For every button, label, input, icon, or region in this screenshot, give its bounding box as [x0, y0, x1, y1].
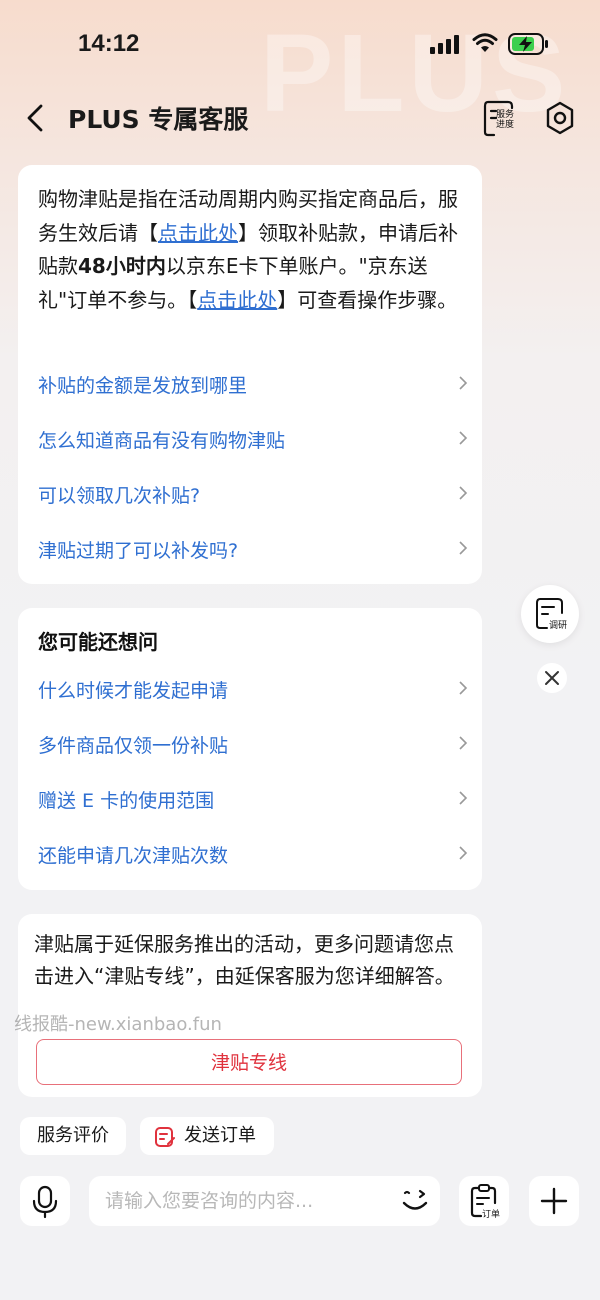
question-link[interactable]: 可以领取几次补贴? — [38, 481, 468, 511]
question-label: 补贴的金额是发放到哪里 — [38, 375, 248, 397]
suggested-heading: 您可能还想问 — [38, 630, 158, 654]
answer-paragraph: 购物津贴是指在活动周期内购买指定商品后，服务生效后请【点击此处】领取补贴款，申请… — [38, 183, 466, 317]
chevron-right-icon — [459, 681, 468, 695]
question-label: 津贴过期了可以补发吗? — [38, 540, 239, 562]
suggested-question-link[interactable]: 多件商品仅领一份补贴 — [38, 731, 468, 761]
battery-charging-icon — [508, 33, 548, 55]
question-link[interactable]: 补贴的金额是发放到哪里 — [38, 371, 468, 401]
watermark: 线报酷-new.xianbao.fun — [14, 1014, 222, 1035]
page-title: PLUS 专属客服 — [68, 105, 249, 134]
status-bar: 14:12 — [0, 0, 600, 90]
hotline-card: 津贴属于延保服务推出的活动，更多问题请您点击进入“津贴专线”，由延保客服为您详细… — [18, 914, 482, 1097]
chevron-right-icon — [459, 486, 468, 500]
question-label: 还能申请几次津贴次数 — [38, 845, 229, 867]
question-label: 可以领取几次补贴? — [38, 485, 201, 507]
survey-icon — [536, 598, 563, 629]
question-label: 什么时候才能发起申请 — [38, 680, 229, 702]
wifi-icon — [472, 33, 498, 52]
suggested-question-link[interactable]: 赠送 E 卡的使用范围 — [38, 786, 468, 816]
send-order-label: 发送订单 — [184, 1125, 256, 1146]
status-time: 14:12 — [78, 30, 140, 57]
click-here-link[interactable]: 点击此处 — [158, 221, 238, 245]
service-progress-label: 服务进度 — [496, 110, 515, 130]
answer-text: 】可查看操作步骤。 — [277, 287, 458, 312]
order-edit-icon — [155, 1127, 175, 1147]
close-button[interactable] — [537, 663, 567, 693]
survey-button[interactable]: 调研 — [521, 585, 579, 643]
back-icon[interactable] — [22, 98, 52, 138]
order-button[interactable]: 订单 — [459, 1176, 509, 1226]
plus-icon — [540, 1187, 568, 1215]
order-label: 订单 — [482, 1210, 501, 1220]
input-bar: 订单 — [0, 1176, 600, 1230]
chevron-right-icon — [459, 376, 468, 390]
voice-input-button[interactable] — [20, 1176, 70, 1226]
suggested-questions-card: 您可能还想问 什么时候才能发起申请 多件商品仅领一份补贴 赠送 E 卡的使用范围… — [18, 608, 482, 890]
chevron-right-icon — [459, 736, 468, 750]
chevron-right-icon — [459, 541, 468, 555]
suggested-question-link[interactable]: 还能申请几次津贴次数 — [38, 841, 468, 871]
microphone-icon — [32, 1185, 58, 1219]
signal-icon — [430, 34, 459, 54]
send-order-chip[interactable]: 发送订单 — [140, 1117, 274, 1155]
close-icon — [545, 671, 559, 685]
hotline-button[interactable]: 津贴专线 — [36, 1039, 462, 1085]
rate-service-chip[interactable]: 服务评价 — [20, 1117, 126, 1155]
click-here-link[interactable]: 点击此处 — [197, 288, 277, 312]
question-label: 怎么知道商品有没有购物津贴 — [38, 430, 286, 452]
question-label: 多件商品仅领一份补贴 — [38, 735, 229, 757]
more-options-button[interactable] — [529, 1176, 579, 1226]
question-label: 赠送 E 卡的使用范围 — [38, 790, 215, 812]
message-input[interactable] — [89, 1176, 440, 1226]
chevron-right-icon — [459, 431, 468, 445]
service-progress-button[interactable]: 服务进度 — [482, 98, 520, 138]
answer-card: 购物津贴是指在活动周期内购买指定商品后，服务生效后请【点击此处】领取补贴款，申请… — [18, 165, 482, 584]
hotline-text: 津贴属于延保服务推出的活动，更多问题请您点击进入“津贴专线”，由延保客服为您详细… — [34, 932, 455, 988]
suggested-question-link[interactable]: 什么时候才能发起申请 — [38, 676, 468, 706]
emoji-icon[interactable] — [398, 1184, 432, 1218]
nav-bar: PLUS 专属客服 服务进度 — [0, 90, 600, 146]
settings-icon[interactable] — [543, 98, 577, 138]
survey-label: 调研 — [549, 621, 568, 631]
question-link[interactable]: 怎么知道商品有没有购物津贴 — [38, 426, 468, 456]
chevron-right-icon — [459, 791, 468, 805]
question-link[interactable]: 津贴过期了可以补发吗? — [38, 536, 468, 566]
answer-bold-text: 48小时内 — [78, 254, 166, 278]
chevron-right-icon — [459, 846, 468, 860]
